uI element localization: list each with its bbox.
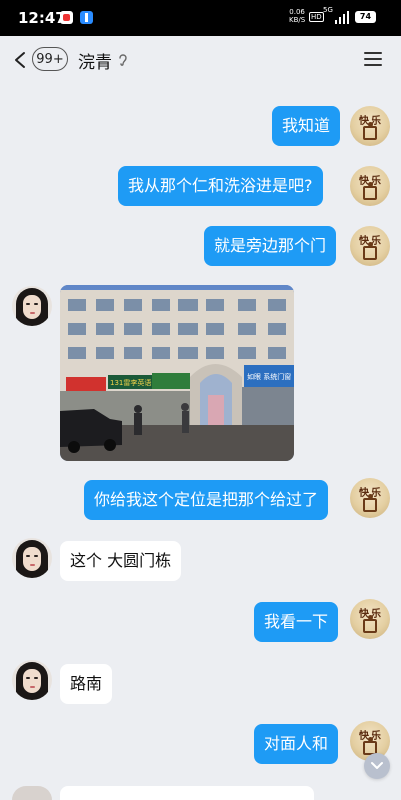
status-time: 12:47 <box>18 9 66 27</box>
contact-avatar[interactable] <box>12 660 52 700</box>
my-avatar[interactable]: 快乐 <box>350 166 390 206</box>
contact-avatar[interactable] <box>12 286 52 326</box>
message-bubble-incoming[interactable]: 路南 <box>60 664 113 704</box>
contact-avatar[interactable] <box>12 538 52 578</box>
hamburger-menu-icon[interactable] <box>364 51 382 67</box>
message-bubble-outgoing[interactable]: 我从那个仁和洗浴进是吧? <box>118 166 323 206</box>
hd-indicator: HD <box>309 12 324 22</box>
chevron-left-icon[interactable] <box>12 51 30 69</box>
message-bubble-outgoing[interactable]: 我知道 <box>272 106 341 146</box>
message-bubble-outgoing[interactable]: 你给我这个定位是把那个给过了 <box>84 480 329 520</box>
message-bubble-outgoing[interactable]: 对面人和 <box>254 724 339 764</box>
my-avatar[interactable]: 快乐 <box>350 226 390 266</box>
chat-header: 99+ 浣青 <box>0 36 401 84</box>
image-message-building-photo[interactable]: 131雷李英语 如眼 系统门窗 <box>60 285 294 461</box>
battery-icon: 74 <box>355 11 376 23</box>
message-bubble-partial <box>60 786 314 800</box>
shop-sign-right: 如眼 系统门窗 <box>247 372 291 381</box>
unread-count-badge[interactable]: 99+ <box>32 47 68 71</box>
contact-name[interactable]: 浣青 <box>78 48 112 73</box>
shop-sign-left: 131雷李英语 <box>110 378 151 387</box>
earpiece-mode-icon <box>119 54 127 66</box>
status-bar: 12:47 0.06 KB/S HD 5G 74 <box>0 0 401 36</box>
scroll-to-bottom-button[interactable] <box>364 753 390 779</box>
message-bubble-outgoing[interactable]: 我看一下 <box>254 602 339 642</box>
notification-app-icon <box>60 11 73 24</box>
network-type: 5G <box>323 6 333 14</box>
my-avatar[interactable]: 快乐 <box>350 478 390 518</box>
chevron-down-icon <box>371 762 383 769</box>
message-bubble-incoming[interactable]: 这个 大圆门栋 <box>60 541 182 581</box>
upload-notification-icon <box>80 11 93 24</box>
network-speed: 0.06 KB/S <box>289 8 306 24</box>
my-avatar[interactable]: 快乐 <box>350 599 390 639</box>
my-avatar[interactable]: 快乐 <box>350 106 390 146</box>
signal-strength-icon <box>335 11 350 24</box>
message-bubble-outgoing[interactable]: 就是旁边那个门 <box>204 226 337 266</box>
contact-avatar-partial <box>12 786 52 800</box>
